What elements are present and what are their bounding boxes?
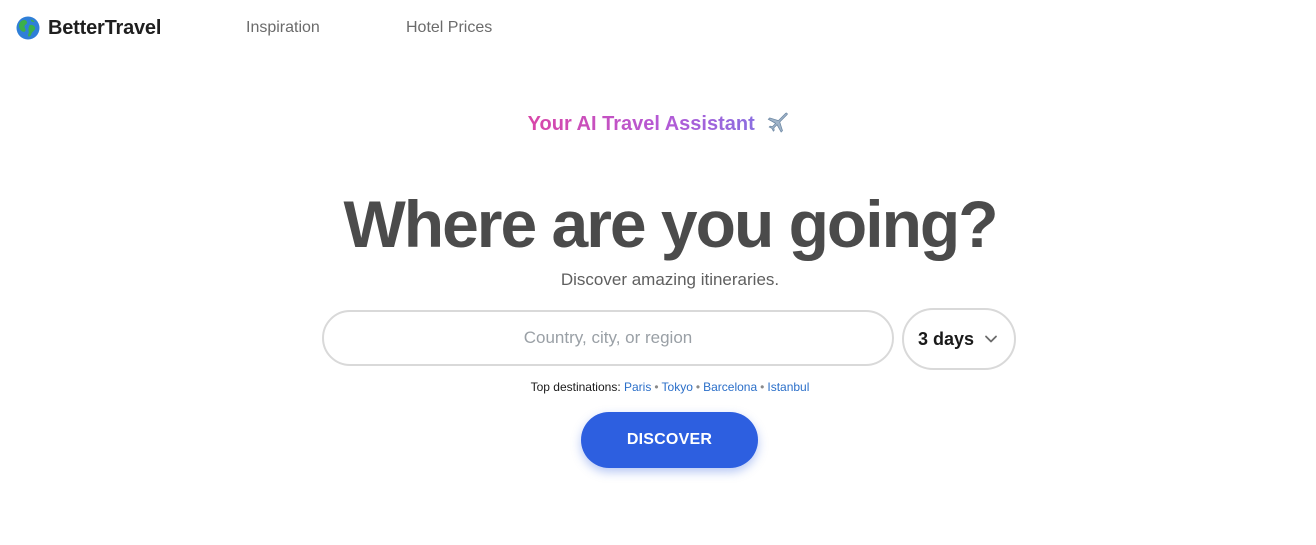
nav-link-hotel-prices[interactable]: Hotel Prices [406, 19, 492, 37]
destination-search-input[interactable] [322, 310, 894, 366]
nav-link-inspiration[interactable]: Inspiration [246, 19, 320, 37]
tagline-text: Your AI Travel Assistant [527, 113, 755, 135]
page: BetterTravel Inspiration Hotel Prices Yo… [0, 0, 1316, 545]
trip-duration-value: 3 days [918, 328, 975, 349]
header: BetterTravel Inspiration Hotel Prices [0, 0, 1316, 60]
separator-dot: • [654, 380, 659, 394]
brand-logo-link[interactable]: BetterTravel [16, 16, 161, 40]
chevron-down-icon [985, 335, 997, 343]
top-destinations: Top destinations: Paris • Tokyo • Barcelona •… [0, 380, 1316, 394]
brand-name: BetterTravel [48, 16, 162, 39]
top-destinations-label: Top destinations: [530, 380, 621, 394]
destination-link-istanbul[interactable]: Istanbul [767, 380, 809, 394]
globe-icon [16, 16, 40, 40]
tagline: Your AI Travel Assistant [0, 111, 1316, 136]
page-subtitle: Discover amazing itineraries. [560, 270, 780, 289]
destination-link-paris[interactable]: Paris [624, 380, 651, 394]
page-headline: Where are you going? [343, 187, 998, 261]
airplane-icon [768, 112, 788, 133]
separator-dot: • [760, 380, 765, 394]
trip-duration-select[interactable]: 3 days [902, 308, 1016, 370]
separator-dot: • [695, 380, 701, 394]
destination-link-tokyo[interactable]: Tokyo [662, 380, 693, 394]
discover-button[interactable]: DISCOVER [581, 412, 758, 468]
destination-link-barcelona[interactable]: Barcelona [703, 380, 757, 394]
